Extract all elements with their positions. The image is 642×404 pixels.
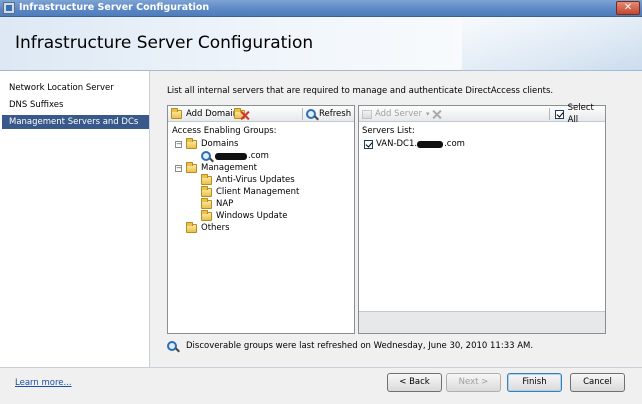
redacted-text xyxy=(215,152,247,160)
server-suffix: .com xyxy=(444,139,465,149)
refresh-label: Refresh xyxy=(319,109,352,119)
tree-item-client-management[interactable]: Client Management xyxy=(201,185,300,198)
tree-item-others[interactable]: Others xyxy=(186,221,230,234)
select-all-label: Select All xyxy=(567,103,594,125)
folder-icon xyxy=(201,209,212,221)
server-icon xyxy=(362,109,372,119)
folder-icon xyxy=(186,221,197,233)
header-decoration xyxy=(462,17,642,71)
add-domain-button[interactable]: Add Domain xyxy=(171,107,239,120)
server-checkbox[interactable] xyxy=(364,139,373,149)
tree-item-label: Client Management xyxy=(216,187,300,197)
tree-item-label: Windows Update xyxy=(216,211,288,221)
add-server-label: Add Server xyxy=(375,109,423,119)
others-label: Others xyxy=(201,223,230,233)
add-server-button[interactable]: Add Server ▾ xyxy=(362,108,430,120)
refresh-info-icon xyxy=(167,341,177,351)
tree-item-windows-update[interactable]: Windows Update xyxy=(201,209,288,222)
servers-status-strip xyxy=(359,311,605,333)
tree-item-domain-entry[interactable]: .com xyxy=(201,150,269,162)
delete-icon xyxy=(432,110,441,119)
select-all-checkbox[interactable]: Select All xyxy=(555,103,605,125)
page-description: List all internal servers that are requi… xyxy=(167,86,554,96)
folder-icon xyxy=(186,161,197,173)
redacted-text xyxy=(417,140,444,148)
nav-item-dns-suffixes[interactable]: DNS Suffixes xyxy=(2,98,149,112)
folder-icon xyxy=(186,137,197,149)
folder-icon xyxy=(201,197,212,209)
server-item[interactable]: VAN-DC1. .com xyxy=(364,138,465,150)
delete-icon xyxy=(240,111,249,120)
domain-icon xyxy=(201,151,211,161)
dropdown-arrow-icon: ▾ xyxy=(426,110,430,118)
server-prefix: VAN-DC1. xyxy=(376,139,418,149)
domains-expander[interactable]: − xyxy=(175,141,182,148)
tree-item-domains[interactable]: Domains xyxy=(186,137,239,150)
finish-button[interactable]: Finish xyxy=(507,373,562,392)
folder-icon xyxy=(201,185,212,197)
next-button[interactable]: Next > xyxy=(446,373,501,392)
management-expander[interactable]: − xyxy=(175,165,182,172)
footer-divider xyxy=(0,367,642,368)
servers-header: Servers List: xyxy=(362,126,415,136)
domain-entry-suffix: .com xyxy=(248,151,269,161)
refresh-button[interactable]: Refresh xyxy=(306,108,351,120)
folder-icon xyxy=(171,107,182,119)
management-label: Management xyxy=(201,163,257,173)
tree-item-anti-virus-updates[interactable]: Anti-Virus Updates xyxy=(201,173,295,186)
tree-item-label: Anti-Virus Updates xyxy=(216,175,295,185)
tree-item-label: NAP xyxy=(216,199,234,209)
groups-header: Access Enabling Groups: xyxy=(172,126,277,136)
checkbox-icon xyxy=(555,109,564,119)
app-icon xyxy=(3,2,15,14)
window-title: Infrastructure Server Configuration xyxy=(19,2,210,13)
folder-icon xyxy=(201,173,212,185)
add-domain-label: Add Domain xyxy=(186,109,239,119)
close-button[interactable]: ✕ xyxy=(616,1,640,15)
learn-more-link[interactable]: Learn more... xyxy=(15,378,72,388)
cancel-button[interactable]: Cancel xyxy=(570,373,625,392)
refresh-icon xyxy=(306,109,316,119)
groups-toolbar: Add Domain Refresh xyxy=(168,106,354,122)
nav-item-management-servers[interactable]: Management Servers and DCs xyxy=(2,115,149,129)
title-bar: Infrastructure Server Configuration ✕ xyxy=(0,0,642,17)
servers-toolbar: Add Server ▾ Select All xyxy=(359,103,605,125)
wizard-header: Infrastructure Server Configuration xyxy=(0,17,642,71)
tree-item-management[interactable]: Management xyxy=(186,161,257,174)
toolbar-separator xyxy=(302,108,303,120)
page-title: Infrastructure Server Configuration xyxy=(15,33,314,53)
servers-panel: Add Server ▾ Select All Servers List: VA… xyxy=(358,103,606,334)
nav-item-network-location-server[interactable]: Network Location Server xyxy=(2,81,149,95)
tree-item-nap[interactable]: NAP xyxy=(201,197,234,210)
remove-domain-button[interactable] xyxy=(234,107,249,120)
domains-label: Domains xyxy=(201,139,239,149)
refresh-info: Discoverable groups were last refreshed … xyxy=(167,341,533,351)
wizard-nav: Network Location Server DNS Suffixes Man… xyxy=(0,71,150,367)
groups-panel: Add Domain Refresh Access Enabling Group… xyxy=(167,105,355,334)
remove-server-button[interactable] xyxy=(432,108,441,120)
toolbar-separator xyxy=(549,108,550,120)
refresh-info-text: Discoverable groups were last refreshed … xyxy=(186,341,534,351)
back-button[interactable]: < Back xyxy=(387,373,442,392)
